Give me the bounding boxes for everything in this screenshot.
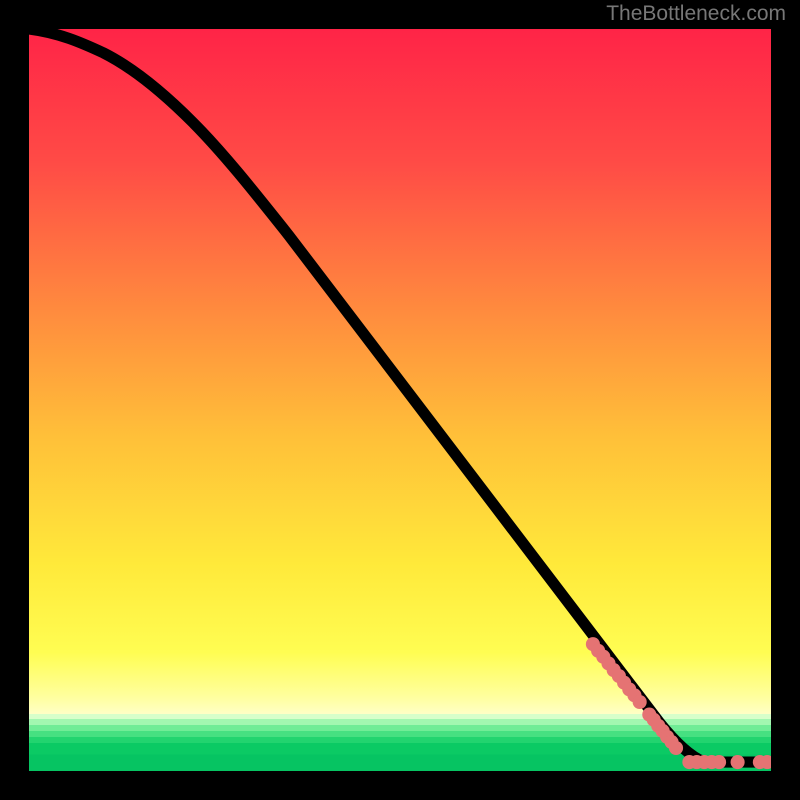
slope-markers (586, 637, 683, 755)
bottleneck-curve (29, 29, 771, 762)
attribution-text: TheBottleneck.com (606, 2, 786, 26)
marker (712, 755, 726, 769)
marker (633, 695, 647, 709)
plot-area (29, 29, 771, 771)
curve-layer (29, 29, 771, 771)
marker (669, 741, 683, 755)
marker (731, 755, 745, 769)
